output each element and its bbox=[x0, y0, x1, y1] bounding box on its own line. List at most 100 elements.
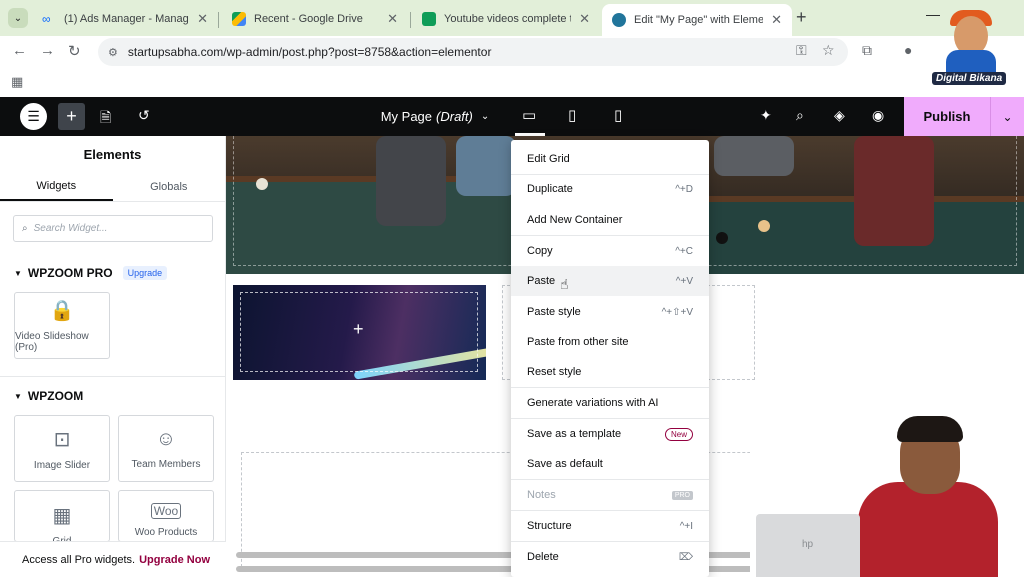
menu-shortcut: ^+I bbox=[679, 520, 693, 532]
pro-upsell-bar: Access all Pro widgets. Upgrade Now bbox=[0, 541, 226, 577]
search-icon[interactable]: ⌕ bbox=[796, 107, 804, 124]
menu-label: Structure bbox=[527, 520, 572, 532]
desktop-view-icon[interactable]: ▭ bbox=[522, 106, 536, 124]
elements-panel: Elements Widgets Globals ⌕ Search Widget… bbox=[0, 136, 226, 577]
notifications-icon[interactable]: ✦ bbox=[760, 107, 772, 124]
menu-label: Paste style bbox=[527, 306, 581, 318]
category-wpzoom[interactable]: ▼ WPZOOM bbox=[14, 389, 83, 403]
tab-google-drive[interactable]: Recent - Google Drive ✕ bbox=[222, 4, 408, 34]
menu-item-generate-variations-ai[interactable]: Generate variations with AI bbox=[511, 388, 709, 418]
tab-title: Edit "My Page" with Elementor bbox=[634, 14, 764, 26]
history-icon[interactable]: ↺ bbox=[138, 107, 150, 124]
tab-youtube-videos-sheet[interactable]: Youtube videos complete topic ✕ bbox=[412, 4, 600, 34]
category-wpzoom-pro[interactable]: ▼ WPZOOM PRO Upgrade bbox=[14, 266, 168, 280]
tab-title: Recent - Google Drive bbox=[254, 13, 363, 25]
upgrade-now-link[interactable]: Upgrade Now bbox=[139, 554, 210, 566]
widget-image-slider[interactable]: ⊡ Image Slider bbox=[14, 415, 110, 482]
close-tab-icon[interactable]: ✕ bbox=[579, 11, 590, 27]
reload-icon[interactable]: ↻ bbox=[68, 42, 81, 60]
menu-item-delete[interactable]: Delete ⌦ bbox=[511, 542, 709, 572]
close-tab-icon[interactable]: ✕ bbox=[771, 12, 782, 28]
tab-separator bbox=[410, 12, 411, 28]
add-element-plus-icon[interactable]: + bbox=[353, 319, 364, 340]
caret-down-icon: ▼ bbox=[14, 391, 22, 401]
panel-title: Elements bbox=[83, 146, 142, 162]
menu-item-save-as-template[interactable]: Save as a template New bbox=[511, 419, 709, 449]
lock-icon: 🔒 bbox=[49, 300, 75, 322]
add-element-button[interactable]: + bbox=[58, 103, 85, 130]
menu-item-save-as-default[interactable]: Save as default bbox=[511, 449, 709, 479]
widget-team-members[interactable]: ☺ Team Members bbox=[118, 415, 214, 482]
close-tab-icon[interactable]: ✕ bbox=[197, 11, 208, 27]
menu-item-paste-from-other-site[interactable]: Paste from other site bbox=[511, 327, 709, 357]
new-tab-button[interactable]: + bbox=[796, 7, 807, 28]
divider bbox=[0, 376, 226, 377]
profile-avatar[interactable]: ● bbox=[904, 42, 912, 58]
widget-label: Woo Products bbox=[134, 527, 198, 538]
menu-item-add-new-container[interactable]: Add New Container bbox=[511, 205, 709, 235]
menu-label: Copy bbox=[527, 245, 553, 257]
tab-globals[interactable]: Globals bbox=[113, 172, 226, 201]
tab-widgets[interactable]: Widgets bbox=[0, 172, 113, 201]
category-label: WPZOOM PRO bbox=[27, 266, 113, 280]
menu-label: Paste from other site bbox=[527, 336, 629, 348]
menu-item-paste[interactable]: Paste ^+V bbox=[511, 266, 709, 296]
widget-woo-products[interactable]: Woo Woo Products bbox=[118, 490, 214, 542]
channel-logo: Digital Bikana bbox=[930, 10, 1016, 90]
upgrade-badge[interactable]: Upgrade bbox=[122, 266, 168, 280]
preview-eye-icon[interactable]: ◉ bbox=[872, 107, 884, 124]
google-drive-icon bbox=[232, 12, 246, 26]
hand-cursor-icon: ☝ bbox=[560, 276, 569, 292]
search-placeholder: Search Widget... bbox=[33, 223, 108, 234]
category-label: WPZOOM bbox=[27, 389, 84, 403]
back-icon[interactable]: ← bbox=[12, 42, 27, 59]
forward-icon[interactable]: → bbox=[40, 42, 55, 59]
tab-separator bbox=[218, 12, 219, 28]
bookmark-star-icon[interactable]: ☆ bbox=[822, 42, 835, 59]
menu-shortcut: ^+⇧+V bbox=[661, 306, 693, 318]
menu-item-structure[interactable]: Structure ^+I bbox=[511, 511, 709, 541]
page-title-dropdown[interactable]: My Page (Draft) ⌄ bbox=[370, 97, 500, 136]
browser-tab-strip: ⌄ ∞ (1) Ads Manager - Manage ads ✕ Recen… bbox=[0, 0, 1024, 36]
structure-layers-icon[interactable]: ◈ bbox=[834, 107, 845, 124]
menu-item-copy[interactable]: Copy ^+C bbox=[511, 236, 709, 266]
context-menu: Edit Grid Duplicate ^+D Add New Containe… bbox=[511, 140, 709, 577]
mobile-view-icon[interactable]: ▯ bbox=[614, 106, 622, 124]
menu-item-edit-grid[interactable]: Edit Grid bbox=[511, 144, 709, 174]
apps-grid-icon[interactable]: ▦ bbox=[11, 74, 23, 90]
close-tab-icon[interactable]: ✕ bbox=[387, 11, 398, 27]
password-key-icon[interactable]: ⚿ bbox=[796, 42, 807, 59]
caret-down-icon: ▼ bbox=[14, 268, 22, 278]
menu-label: Paste bbox=[527, 275, 556, 287]
widget-label: Team Members bbox=[131, 458, 201, 470]
publish-options-chevron-icon[interactable]: ⌄ bbox=[990, 97, 1024, 136]
page-name: My Page bbox=[380, 109, 433, 124]
publish-button[interactable]: Publish bbox=[904, 97, 990, 136]
menu-item-notes: Notes PRO bbox=[511, 480, 709, 510]
tablet-view-icon[interactable]: ▯ bbox=[568, 106, 576, 124]
widget-label: Video Slideshow (Pro) bbox=[15, 331, 89, 353]
address-bar[interactable]: ⚙ startupsabha.com/wp-admin/post.php?pos… bbox=[98, 38, 848, 66]
elementor-logo-icon[interactable]: ☰ bbox=[20, 103, 47, 130]
tab-search-icon[interactable]: ⌄ bbox=[8, 8, 28, 28]
menu-label: Duplicate bbox=[527, 183, 573, 195]
site-info-icon[interactable]: ⚙ bbox=[108, 46, 118, 59]
tab-ads-manager[interactable]: ∞ (1) Ads Manager - Manage ads ✕ bbox=[32, 4, 218, 34]
team-members-icon: ☺ bbox=[155, 427, 177, 450]
pro-badge: PRO bbox=[671, 490, 693, 500]
image-container[interactable]: + bbox=[233, 285, 486, 380]
menu-item-duplicate[interactable]: Duplicate ^+D bbox=[511, 174, 709, 204]
tab-elementor[interactable]: Edit "My Page" with Elementor ✕ bbox=[602, 4, 792, 36]
menu-item-reset-style[interactable]: Reset style bbox=[511, 357, 709, 387]
widget-video-slideshow-pro[interactable]: 🔒 Video Slideshow (Pro) bbox=[14, 292, 110, 359]
menu-label: Delete bbox=[527, 551, 559, 563]
menu-item-paste-style[interactable]: Paste style ^+⇧+V bbox=[511, 297, 709, 327]
laptop: hp bbox=[756, 514, 860, 577]
search-widget-input[interactable]: ⌕ Search Widget... bbox=[13, 215, 213, 242]
google-sheets-icon bbox=[422, 12, 436, 26]
extensions-icon[interactable]: ⧉ bbox=[862, 42, 872, 59]
elementor-top-bar: ☰ + 🗎 ↺ My Page (Draft) ⌄ ▭ ▯ ▯ ✦ ⌕ ◈ ◉ … bbox=[0, 97, 1024, 136]
widget-grid[interactable]: ▦ Grid bbox=[14, 490, 110, 547]
menu-label: Notes bbox=[527, 489, 556, 501]
page-settings-icon[interactable]: 🗎 bbox=[100, 107, 111, 131]
